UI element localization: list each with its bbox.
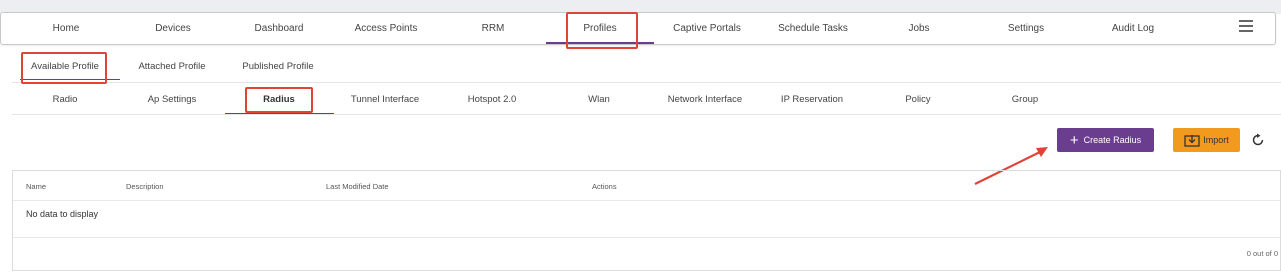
table-header-divider: [13, 200, 1280, 201]
empty-table-message: No data to display: [26, 209, 99, 219]
radius-table: Name Description Last Modified Date Acti…: [12, 170, 1281, 271]
column-header-actions: Actions: [592, 182, 617, 191]
column-header-last-modified[interactable]: Last Modified Date: [326, 182, 389, 191]
column-header-description[interactable]: Description: [126, 182, 164, 191]
column-header-name[interactable]: Name: [26, 182, 46, 191]
pager-text: 0 out of 0: [1246, 249, 1278, 258]
table-footer-divider: [13, 237, 1280, 238]
